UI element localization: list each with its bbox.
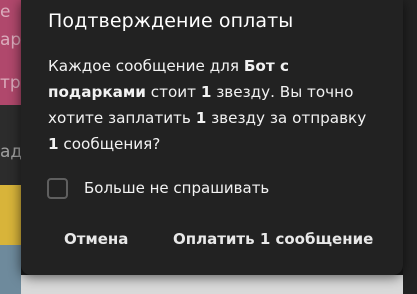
dont-ask-again-checkbox[interactable]: Больше не спрашивать [47,176,269,200]
checkbox-label: Больше не спрашивать [84,179,270,197]
message-count: 1 [48,135,59,153]
pay-amount: 1 [195,109,207,127]
cost-amount: 1 [200,83,212,101]
background-fragment-1: е [0,2,11,22]
payment-confirmation-dialog: Подтверждение оплаты Каждое сообщение дл… [21,0,403,275]
checkbox-box[interactable] [47,177,68,199]
background-tile-yellow [0,185,21,245]
message-text-2: стоит [145,83,201,101]
message-text-1: Каждое сообщение для [48,57,244,75]
background-tile-art [0,245,21,294]
cancel-button[interactable]: Отмена [64,230,128,256]
background-fragment-3: тр [0,73,21,93]
background-strip-bottom [21,275,403,294]
pay-button[interactable]: Оплатить 1 сообщение [173,230,373,256]
dialog-title: Подтверждение оплаты [48,10,294,32]
background-tile-right-top [403,0,417,294]
message-text-4: звезду за отправку [206,109,367,127]
background-fragment-2: ар [0,30,22,50]
dialog-message: Каждое сообщение для Бот с подарками сто… [48,53,378,157]
message-text-5: сообщения? [58,135,161,153]
